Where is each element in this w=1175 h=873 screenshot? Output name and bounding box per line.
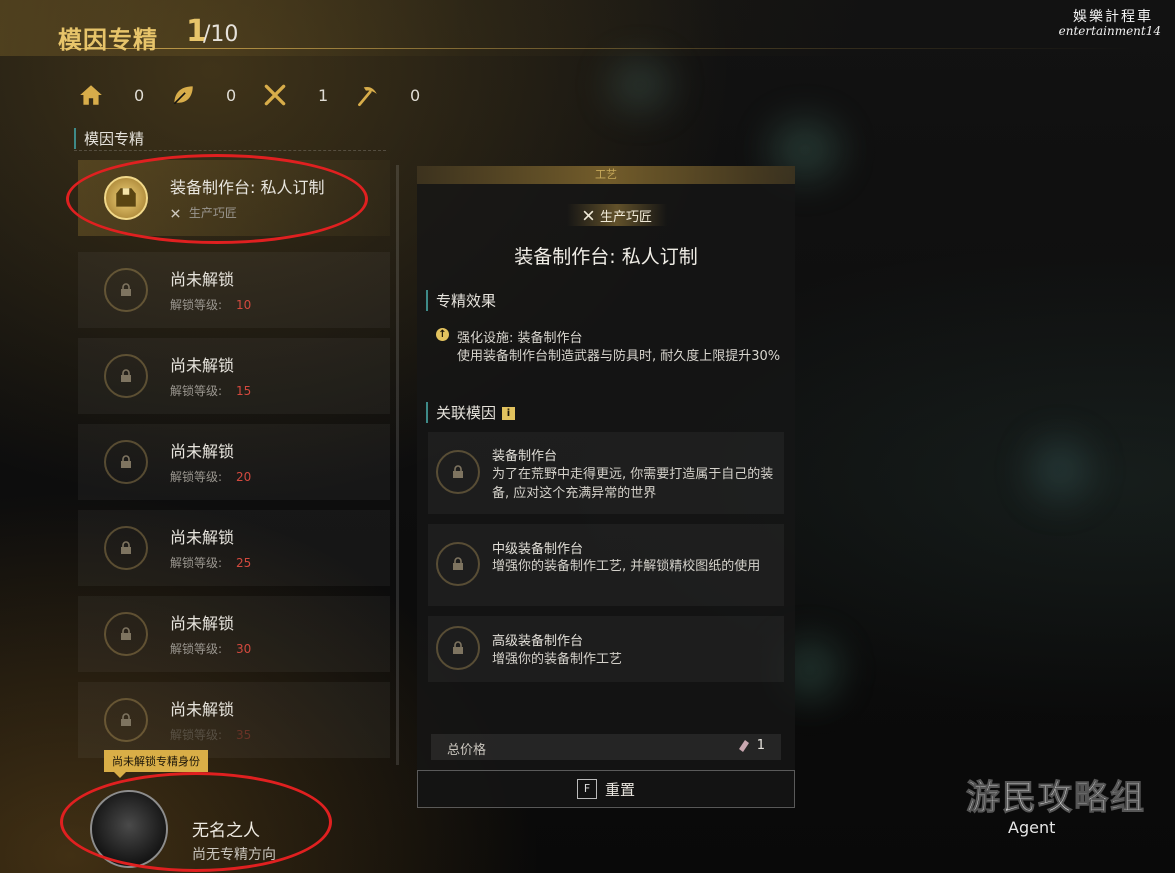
- related-item[interactable]: 装备制作台 为了在荒野中走得更远, 你需要打造属于自己的装备, 应对这个充满异常…: [428, 432, 784, 514]
- related-section-title: 关联模因 i: [426, 402, 516, 423]
- slot-locked[interactable]: 尚未解锁 解锁等级: 35: [78, 682, 390, 758]
- lock-icon: [121, 713, 131, 726]
- lock-icon-circle: [104, 354, 148, 398]
- related-desc: 增强你的装备制作工艺: [492, 652, 623, 667]
- lock-icon-circle: [104, 698, 148, 742]
- related-desc: 为了在荒野中走得更远, 你需要打造属于自己的装备, 应对这个充满异常的世界: [492, 467, 774, 501]
- slot-locked[interactable]: 尚未解锁 解锁等级: 30: [78, 596, 390, 672]
- brand-sub: Agent: [1008, 818, 1056, 837]
- slot-unlock-level: 解锁等级: 15: [170, 384, 252, 398]
- avatar[interactable]: [90, 790, 168, 868]
- background-blur: [1030, 440, 1090, 500]
- crossed-tools-icon: [264, 84, 286, 106]
- watermark-latin: entertainment14: [1058, 24, 1161, 38]
- lock-icon-circle: [104, 526, 148, 570]
- keybind-f-icon: F: [576, 779, 597, 799]
- slot-locked[interactable]: 尚未解锁 解锁等级: 25: [78, 510, 390, 586]
- leaf-icon: [173, 86, 193, 105]
- crystal-icon: [738, 739, 749, 752]
- effect-section-title: 专精效果: [426, 290, 496, 311]
- stat-leaf[interactable]: 0: [170, 82, 262, 108]
- slot-title: 装备制作台: 私人订制: [170, 178, 325, 197]
- detail-panel-header: 工艺: [417, 166, 795, 184]
- slot-title: 尚未解锁: [170, 270, 235, 289]
- stat-value: 1: [318, 85, 329, 105]
- slot-title: 尚未解锁: [170, 442, 235, 461]
- related-item[interactable]: 高级装备制作台 增强你的装备制作工艺: [428, 616, 784, 682]
- slot-locked[interactable]: 尚未解锁 解锁等级: 15: [78, 338, 390, 414]
- lock-icon-circle: [104, 612, 148, 656]
- lock-icon: [121, 541, 131, 554]
- slot-category-label: 生产巧匠: [188, 206, 237, 220]
- left-divider: [74, 150, 386, 152]
- page-title: 模因专精: [58, 26, 158, 54]
- stat-pickaxe[interactable]: 0: [354, 82, 446, 108]
- top-divider: [60, 48, 1140, 49]
- stat-value: 0: [134, 85, 145, 105]
- background-blur: [610, 60, 670, 110]
- category-badge: 生产巧匠: [567, 204, 667, 226]
- effect-name: 强化设施: 装备制作台: [457, 331, 583, 346]
- slot-active[interactable]: 装备制作台: 私人订制 生产巧匠: [78, 160, 390, 236]
- related-title: 高级装备制作台: [492, 634, 584, 649]
- lock-icon-circle: [104, 268, 148, 312]
- brand-logo: 游民攻略组: [966, 778, 1146, 819]
- total-price-value: 1: [738, 738, 765, 753]
- slot-unlock-level: 解锁等级: 25: [170, 556, 252, 570]
- slot-title: 尚未解锁: [170, 356, 235, 375]
- stat-value: 0: [410, 85, 421, 105]
- slot-list-scrollbar[interactable]: [396, 165, 399, 765]
- slot-unlock-level: 解锁等级: 20: [170, 470, 252, 484]
- crossed-tools-icon: [583, 210, 594, 220]
- left-section-title: 模因专精: [74, 128, 144, 149]
- related-title: 中级装备制作台: [492, 542, 584, 557]
- category-stats: 0 0 1 0: [78, 82, 446, 108]
- related-item[interactable]: 中级装备制作台 增强你的装备制作工艺, 并解锁精校图纸的使用: [428, 524, 784, 606]
- slot-unlock-level: 解锁等级: 35: [170, 728, 252, 742]
- effect-description: 使用装备制作台制造武器与防具时, 耐久度上限提升30%: [457, 349, 781, 364]
- category-label: 生产巧匠: [599, 209, 652, 225]
- lock-icon: [121, 369, 131, 382]
- info-icon[interactable]: i: [502, 407, 516, 420]
- lock-icon: [121, 627, 131, 640]
- lock-icon: [121, 283, 131, 296]
- lock-icon-circle: [436, 542, 480, 586]
- lock-icon-circle: [104, 440, 148, 484]
- reset-label: 重置: [604, 780, 635, 799]
- lock-icon-circle: [436, 626, 480, 670]
- total-price-bar: 总价格 1: [431, 734, 781, 760]
- slot-title: 尚未解锁: [170, 614, 235, 633]
- slot-icon: [104, 176, 148, 220]
- crossed-tools-icon: [171, 209, 180, 218]
- lock-icon-circle: [436, 450, 480, 494]
- lock-icon: [453, 557, 463, 570]
- pickaxe-icon: [358, 86, 377, 107]
- upgrade-icon: ↑: [436, 328, 449, 341]
- stat-value: 0: [226, 85, 237, 105]
- slot-unlock-level: 解锁等级: 10: [170, 298, 252, 312]
- related-desc: 增强你的装备制作工艺, 并解锁精校图纸的使用: [492, 559, 761, 574]
- identity-status-badge: 尚未解锁专精身份: [104, 750, 208, 778]
- slot-locked[interactable]: 尚未解锁 解锁等级: 20: [78, 424, 390, 500]
- player-name: 无名之人: [192, 821, 260, 841]
- lock-icon: [453, 641, 463, 654]
- slot-unlock-level: 解锁等级: 30: [170, 642, 252, 656]
- lock-icon: [453, 465, 463, 478]
- slot-category: 生产巧匠: [170, 204, 237, 221]
- related-title: 装备制作台: [492, 449, 558, 464]
- stat-house[interactable]: 0: [78, 82, 170, 108]
- detail-title: 装备制作台: 私人订制: [514, 246, 698, 268]
- slot-locked[interactable]: 尚未解锁 解锁等级: 10: [78, 252, 390, 328]
- player-direction: 尚无专精方向: [192, 847, 276, 863]
- reset-button[interactable]: F 重置: [417, 770, 795, 808]
- slot-title: 尚未解锁: [170, 528, 235, 547]
- watermark-chinese: 娛樂計程車: [1073, 9, 1153, 25]
- stat-tools[interactable]: 1: [262, 82, 354, 108]
- slot-title: 尚未解锁: [170, 700, 235, 719]
- lock-icon: [121, 455, 131, 468]
- house-icon: [80, 85, 102, 105]
- specialization-total: /10: [203, 22, 239, 47]
- armor-icon: [116, 188, 136, 207]
- total-price-label: 总价格: [447, 743, 487, 758]
